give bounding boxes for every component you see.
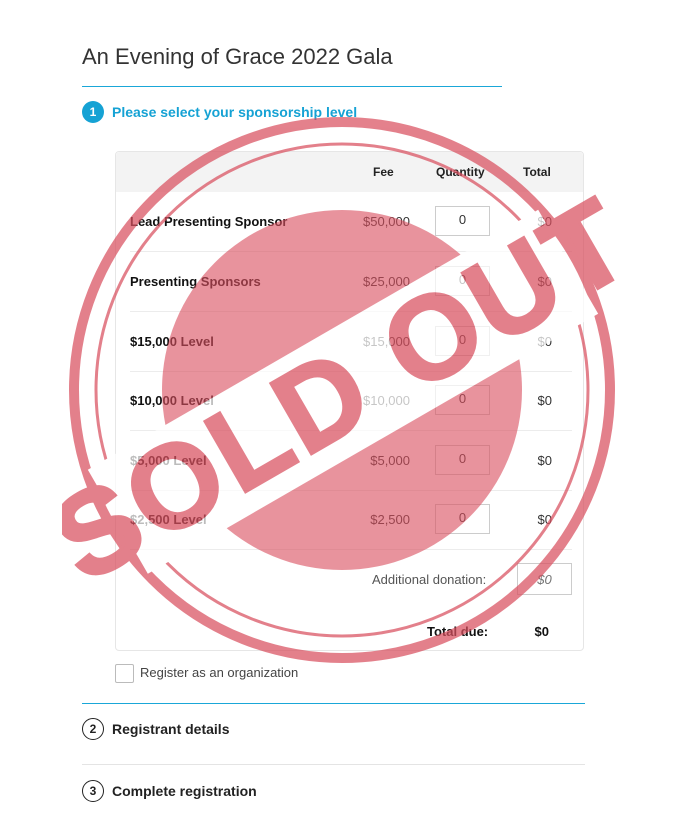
title-divider [82, 86, 502, 87]
table-row: Lead Presenting Sponsor $50,000 $0 [130, 192, 572, 252]
step-1-number: 1 [82, 101, 104, 123]
step-3-label: Complete registration [112, 783, 257, 799]
total-due-value: $0 [534, 624, 549, 639]
header-quantity: Quantity [436, 165, 485, 179]
row-total: $0 [537, 393, 552, 408]
row-total: $0 [537, 274, 552, 289]
step-3-header[interactable]: 3 Complete registration [82, 780, 257, 802]
step-1-header[interactable]: 1 Please select your sponsorship level [82, 101, 357, 123]
row-total: $0 [537, 512, 552, 527]
page-title: An Evening of Grace 2022 Gala [82, 44, 393, 69]
quantity-input[interactable] [435, 385, 490, 415]
sponsor-level-name: $2,500 Level [130, 512, 207, 527]
sponsor-level-fee: $15,000 [363, 334, 410, 349]
sponsor-level-name: Lead Presenting Sponsor [130, 214, 288, 229]
quantity-input[interactable] [435, 504, 490, 534]
step-1-label: Please select your sponsorship level [112, 104, 358, 120]
step-2-number: 2 [82, 718, 104, 740]
sponsor-level-fee: $25,000 [363, 274, 410, 289]
table-row: $10,000 Level $10,000 $0 [130, 371, 572, 431]
sponsor-level-fee: $50,000 [363, 214, 410, 229]
step-2-label: Registrant details [112, 721, 230, 737]
row-total: $0 [537, 214, 552, 229]
sponsorship-table: Fee Quantity Total Lead Presenting Spons… [115, 151, 584, 651]
sponsor-level-fee: $5,000 [370, 453, 410, 468]
sponsor-level-name: Presenting Sponsors [130, 274, 261, 289]
quantity-input[interactable] [435, 326, 490, 356]
sponsor-level-fee: $2,500 [370, 512, 410, 527]
row-total: $0 [537, 334, 552, 349]
header-fee: Fee [373, 165, 394, 179]
sponsor-level-name: $10,000 Level [130, 393, 214, 408]
row-total: $0 [537, 453, 552, 468]
sponsor-level-name: $5,000 Level [130, 453, 207, 468]
step-3-number: 3 [82, 780, 104, 802]
section-divider [82, 764, 585, 765]
table-row: $15,000 Level $15,000 $0 [130, 312, 572, 372]
additional-donation-input[interactable] [517, 563, 572, 595]
sponsor-level-fee: $10,000 [363, 393, 410, 408]
organization-checkbox-label[interactable]: Register as an organization [140, 665, 298, 680]
additional-donation-label: Additional donation: [372, 572, 487, 587]
table-row: $2,500 Level $2,500 $0 [130, 490, 572, 550]
organization-checkbox[interactable] [115, 664, 134, 683]
quantity-input[interactable] [435, 445, 490, 475]
table-header: Fee Quantity Total [116, 152, 583, 192]
table-row: $5,000 Level $5,000 $0 [130, 431, 572, 491]
sponsor-level-name: $15,000 Level [130, 334, 214, 349]
section-divider [82, 703, 585, 704]
quantity-input[interactable] [435, 266, 490, 296]
header-total: Total [523, 165, 551, 179]
quantity-input[interactable] [435, 206, 490, 236]
total-due-label: Total due: [427, 624, 489, 639]
step-2-header[interactable]: 2 Registrant details [82, 718, 229, 740]
table-row: Presenting Sponsors $25,000 $0 [130, 252, 572, 312]
